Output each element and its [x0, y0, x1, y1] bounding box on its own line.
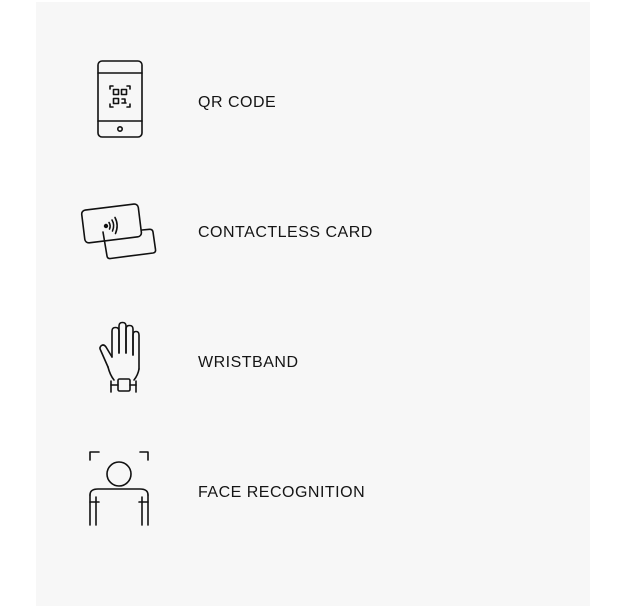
wristband-hand-icon	[76, 317, 166, 407]
face-recognition-icon	[76, 447, 166, 537]
option-qr-code: QR CODE	[36, 57, 590, 147]
qr-code-phone-icon	[76, 57, 166, 147]
option-label: CONTACTLESS CARD	[198, 224, 373, 241]
option-wristband: WRISTBAND	[36, 317, 590, 407]
option-label: WRISTBAND	[198, 354, 299, 371]
contactless-card-icon	[76, 187, 166, 277]
option-face-recognition: FACE RECOGNITION	[36, 447, 590, 537]
access-methods-panel: QR CODE CONTACTLESS CARD WRISTBAND FACE …	[36, 2, 590, 606]
option-label: QR CODE	[198, 94, 277, 111]
option-contactless-card: CONTACTLESS CARD	[36, 187, 590, 277]
option-label: FACE RECOGNITION	[198, 484, 366, 501]
